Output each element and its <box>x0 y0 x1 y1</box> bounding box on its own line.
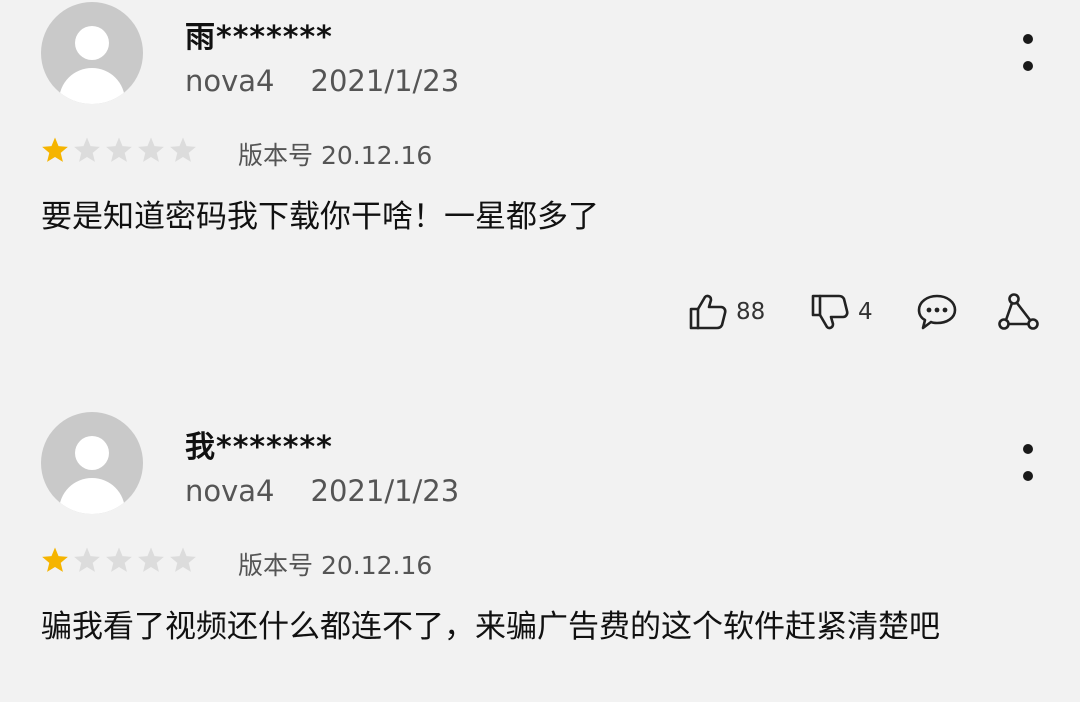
review-text: 要是知道密码我下载你干啥！一星都多了 <box>41 199 599 235</box>
more-options-icon[interactable] <box>1016 30 1040 78</box>
star-empty-icon <box>138 547 164 572</box>
review-text: 骗我看了视频还什么都连不了，来骗广告费的这个软件赶紧清楚吧 <box>41 609 940 645</box>
star-rating <box>41 546 197 576</box>
more-dot <box>1023 471 1033 481</box>
comment-icon <box>917 294 957 330</box>
review-date: 2021/1/23 <box>310 474 460 508</box>
star-rating <box>41 136 197 166</box>
review-meta: nova4 2021/1/23 <box>185 474 459 508</box>
more-dot <box>1023 34 1033 44</box>
avatar-body-shape <box>59 68 125 104</box>
more-dot <box>1023 444 1033 454</box>
star-filled-icon <box>42 137 68 162</box>
avatar[interactable] <box>41 2 143 104</box>
like-count: 88 <box>736 299 766 325</box>
share-button[interactable] <box>998 290 1040 334</box>
version-label: 版本号 20.12.16 <box>238 551 433 580</box>
thumbs-down-icon <box>811 294 849 330</box>
star-empty-icon <box>74 547 100 572</box>
star-empty-icon <box>170 137 196 162</box>
like-button[interactable]: 88 <box>688 290 765 334</box>
avatar-head-shape <box>75 26 109 60</box>
dislike-count: 4 <box>858 299 873 325</box>
username: 雨******* <box>185 20 333 55</box>
star-empty-icon <box>74 137 100 162</box>
version-label: 版本号 20.12.16 <box>238 141 433 170</box>
avatar-body-shape <box>59 478 125 514</box>
star-empty-icon <box>106 547 132 572</box>
review-date: 2021/1/23 <box>310 64 460 98</box>
star-filled-icon <box>42 547 68 572</box>
more-dot <box>1023 61 1033 71</box>
device-name: nova4 <box>185 474 275 508</box>
review-meta: nova4 2021/1/23 <box>185 64 459 98</box>
share-icon <box>998 293 1039 330</box>
star-empty-icon <box>170 547 196 572</box>
more-options-icon[interactable] <box>1016 440 1040 488</box>
star-empty-icon <box>106 137 132 162</box>
star-empty-icon <box>138 137 164 162</box>
comment-button[interactable] <box>916 290 958 334</box>
thumbs-up-icon <box>689 294 727 330</box>
dislike-button[interactable]: 4 <box>810 290 873 334</box>
review-actions: 88 4 <box>0 290 1080 334</box>
username: 我******* <box>185 430 333 465</box>
avatar[interactable] <box>41 412 143 514</box>
review-list: 雨******* nova4 2021/1/23 版本号 20.12.16 要是知… <box>0 0 1080 702</box>
device-name: nova4 <box>185 64 275 98</box>
avatar-head-shape <box>75 436 109 470</box>
